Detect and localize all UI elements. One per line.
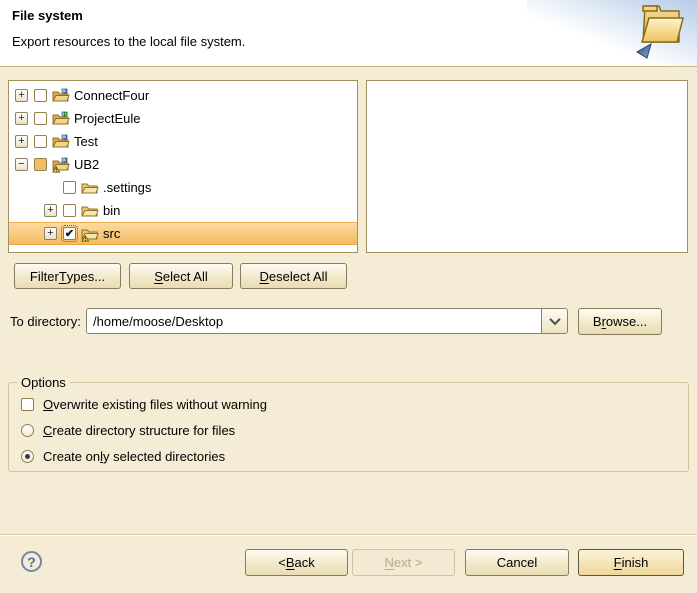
back-button[interactable]: < Back — [245, 549, 348, 576]
option-label: Create directory structure for files — [43, 423, 235, 438]
tree-expander-expand-icon[interactable]: + — [15, 112, 28, 125]
file-list-panel[interactable] — [366, 80, 688, 253]
tree-expander-expand-icon[interactable]: + — [15, 135, 28, 148]
deselect-all-button[interactable]: Deselect All — [240, 263, 347, 289]
tree-item-label: bin — [103, 203, 120, 218]
chevron-down-icon — [549, 314, 560, 325]
tree-row[interactable]: + P ProjectEule — [9, 107, 357, 130]
folder-icon — [81, 180, 99, 196]
option-label: Overwrite existing files without warning — [43, 397, 267, 412]
export-wizard-dialog: File system Export resources to the loca… — [0, 0, 697, 593]
svg-text:J: J — [64, 88, 68, 95]
finish-button[interactable]: Finish — [578, 549, 684, 576]
folder-warning-icon — [81, 226, 99, 242]
browse-button[interactable]: Browse... — [578, 308, 662, 335]
tree-row[interactable]: − J UB2 — [9, 153, 357, 176]
java-project-folder-icon: J — [52, 88, 70, 104]
filter-types-button[interactable]: Filter Types... — [14, 263, 121, 289]
help-button[interactable]: ? — [21, 551, 42, 572]
resource-tree-panel: + J ConnectFour + P ProjectEule + J Test − J UB2 .se… — [8, 80, 358, 253]
create-directory-structure-radio[interactable]: Create directory structure for files — [21, 417, 688, 443]
options-group-title: Options — [17, 375, 70, 390]
select-all-button[interactable]: Select All — [129, 263, 233, 289]
options-rows: Overwrite existing files without warning… — [9, 391, 688, 469]
tree-expander-expand-icon[interactable]: + — [44, 227, 57, 240]
help-icon: ? — [27, 554, 36, 570]
tree-checkbox[interactable] — [63, 204, 76, 217]
tree-item-label: UB2 — [74, 157, 99, 172]
tree-row[interactable]: + J ConnectFour — [9, 84, 357, 107]
destination-input[interactable] — [87, 309, 541, 333]
wizard-header: File system Export resources to the loca… — [0, 0, 697, 67]
options-group: Options Overwrite existing files without… — [8, 382, 689, 472]
destination-combo — [86, 308, 568, 334]
radio-icon[interactable] — [21, 424, 34, 437]
to-directory-label: To directory: — [10, 314, 81, 329]
svg-text:J: J — [64, 134, 68, 141]
tree-checkbox[interactable] — [34, 112, 47, 125]
tree-row[interactable]: .settings — [9, 176, 357, 199]
tree-item-label: src — [103, 226, 120, 241]
tree-expander-collapse-icon[interactable]: − — [15, 158, 28, 171]
radio-icon[interactable] — [21, 450, 34, 463]
tree-item-label: ProjectEule — [74, 111, 140, 126]
java-project-folder-icon: P — [52, 111, 70, 127]
option-label: Create only selected directories — [43, 449, 225, 464]
tree-row[interactable]: + ✔ src — [9, 222, 357, 245]
page-description: Export resources to the local file syste… — [12, 34, 245, 49]
tree-checkbox[interactable]: ✔ — [63, 227, 76, 240]
svg-text:P: P — [64, 111, 69, 118]
tree-checkbox[interactable] — [34, 158, 47, 171]
overwrite-existing-checkbox[interactable]: Overwrite existing files without warning — [21, 391, 688, 417]
footer-separator — [0, 534, 697, 536]
java-project-folder-icon: J — [52, 157, 70, 173]
destination-dropdown-button[interactable] — [541, 309, 567, 333]
java-project-folder-icon: J — [52, 134, 70, 150]
tree-rows: + J ConnectFour + P ProjectEule + J Test − J UB2 .se… — [9, 84, 357, 245]
checkbox-icon[interactable] — [21, 398, 34, 411]
tree-item-label: .settings — [103, 180, 151, 195]
tree-checkbox[interactable] — [34, 135, 47, 148]
tree-row[interactable]: + J Test — [9, 130, 357, 153]
tree-indent — [44, 181, 57, 194]
tree-item-label: Test — [74, 134, 98, 149]
tree-checkbox[interactable] — [34, 89, 47, 102]
tree-row[interactable]: + bin — [9, 199, 357, 222]
tree-checkbox[interactable] — [63, 181, 76, 194]
next-button: Next > — [352, 549, 455, 576]
tree-expander-expand-icon[interactable]: + — [15, 89, 28, 102]
page-title: File system — [12, 8, 83, 23]
tree-expander-expand-icon[interactable]: + — [44, 204, 57, 217]
create-selected-directories-radio[interactable]: Create only selected directories — [21, 443, 688, 469]
export-folder-icon — [631, 2, 687, 64]
svg-text:J: J — [64, 157, 68, 164]
tree-item-label: ConnectFour — [74, 88, 149, 103]
folder-icon — [81, 203, 99, 219]
cancel-button[interactable]: Cancel — [465, 549, 569, 576]
